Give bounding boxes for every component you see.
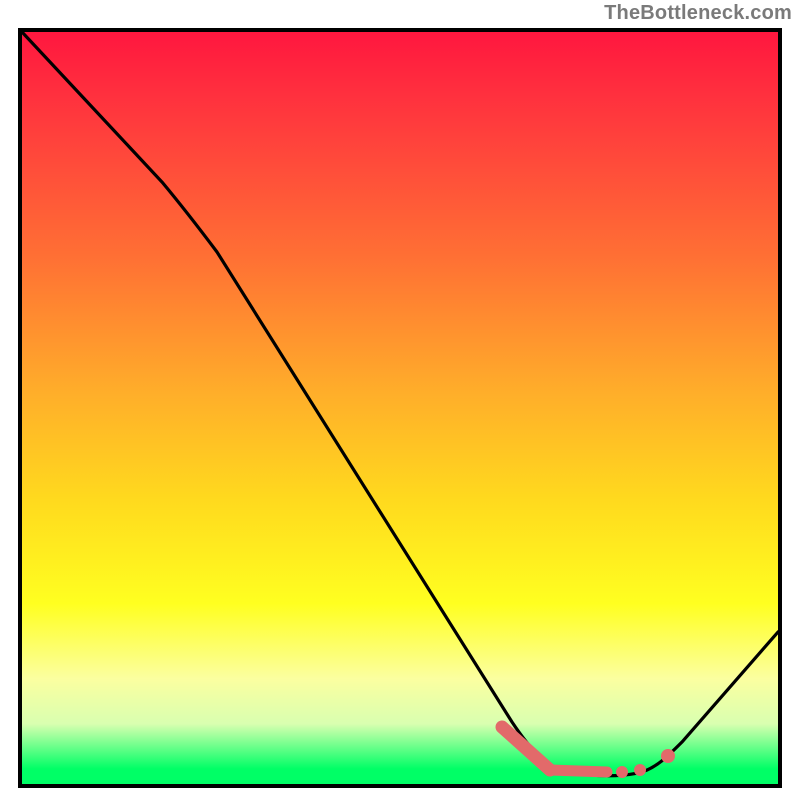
plot-frame [18,28,782,788]
marker-dot-3 [661,749,675,763]
curve-layer [22,32,778,784]
marker-dot-1 [616,766,628,778]
chart-container: TheBottleneck.com [0,0,800,800]
marker-dot-2 [634,764,646,776]
marker-dash-flat [550,770,607,772]
watermark-text: TheBottleneck.com [604,2,792,25]
marker-dash-descent [502,727,550,770]
main-curve [22,32,778,776]
